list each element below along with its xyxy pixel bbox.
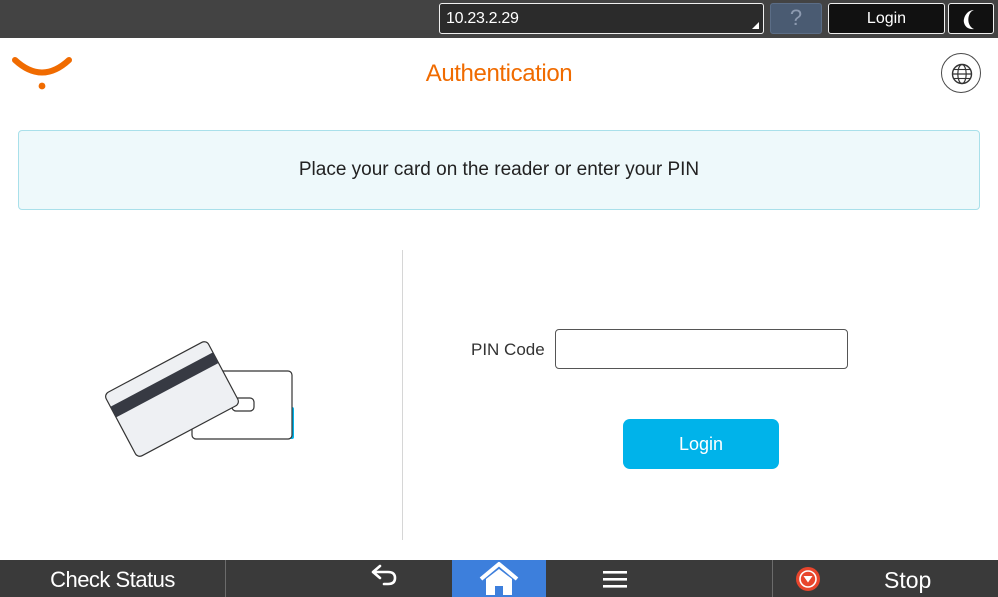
divider xyxy=(225,560,226,597)
back-arrow-icon xyxy=(371,564,397,586)
check-status-button[interactable]: Check Status xyxy=(0,560,225,597)
home-icon xyxy=(479,562,519,595)
stop-button[interactable]: Stop xyxy=(773,560,998,597)
globe-icon xyxy=(951,63,973,85)
login-button[interactable]: Login xyxy=(623,419,779,469)
top-login-button[interactable]: Login xyxy=(828,3,945,34)
moon-icon xyxy=(963,10,974,30)
card-reader-icon xyxy=(100,335,310,460)
menu-button[interactable] xyxy=(595,560,635,597)
stop-icon xyxy=(796,567,820,591)
pin-code-label: PIN Code xyxy=(471,340,545,359)
address-field[interactable]: 10.23.2.29 xyxy=(439,3,764,34)
stop-label: Stop xyxy=(884,567,932,593)
pin-code-input[interactable] xyxy=(555,329,848,369)
language-button[interactable] xyxy=(941,53,981,93)
resize-corner-icon xyxy=(752,22,759,29)
bottom-bar: Check Status Stop xyxy=(0,560,998,597)
instruction-text: Place your card on the reader or enter y… xyxy=(298,159,700,180)
back-button[interactable] xyxy=(360,560,406,597)
address-text: 10.23.2.29 xyxy=(446,10,519,27)
hamburger-menu-icon xyxy=(603,571,627,588)
page-title: Authentication xyxy=(425,60,573,87)
top-status-bar: 10.23.2.29 ? Login xyxy=(0,0,998,38)
home-button[interactable] xyxy=(452,560,546,597)
help-button[interactable]: ? xyxy=(770,3,822,34)
instruction-banner: Place your card on the reader or enter y… xyxy=(18,130,980,210)
sleep-button[interactable] xyxy=(948,3,994,34)
divider xyxy=(402,250,403,540)
